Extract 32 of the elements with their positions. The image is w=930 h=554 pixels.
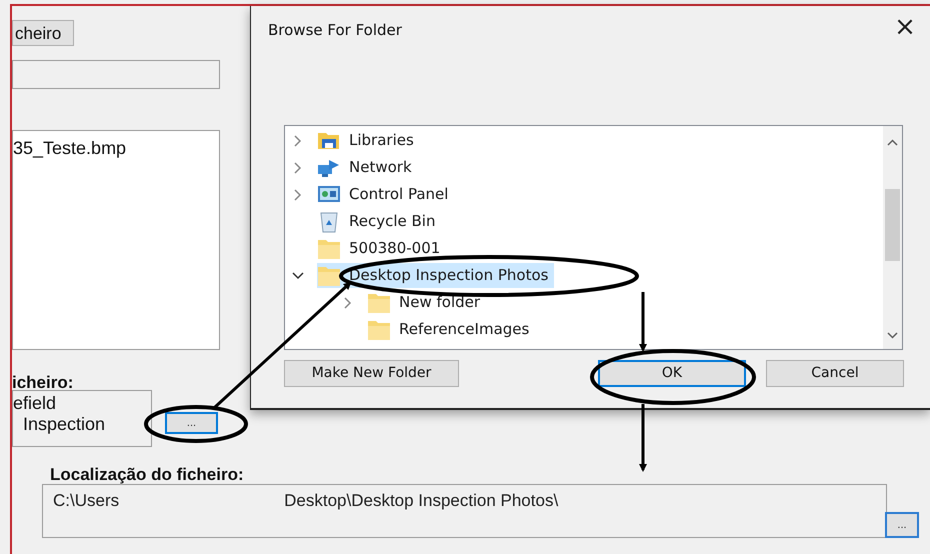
scroll-down-icon[interactable]: [887, 332, 898, 339]
file-list-item[interactable]: 35_Teste.bmp: [13, 137, 219, 159]
tree-item[interactable]: Recycle Bin: [317, 209, 442, 234]
tree-item[interactable]: New folder: [367, 290, 486, 315]
close-button[interactable]: ×: [892, 12, 918, 42]
scroll-up-icon[interactable]: [887, 139, 898, 146]
dialog-title: Browse For Folder: [268, 20, 402, 41]
field-label: Localização do ficheiro:: [50, 464, 244, 486]
dialog-button[interactable]: Cancel: [766, 360, 904, 387]
file-list[interactable]: 35_Teste.bmp: [12, 130, 220, 350]
tree-item[interactable]: Desktop Inspection Photos: [317, 263, 554, 288]
browse-button[interactable]: ...: [165, 412, 218, 434]
dialog-button[interactable]: OK: [598, 360, 746, 387]
tree-item[interactable]: Libraries: [317, 128, 420, 153]
browse-button[interactable]: ...: [885, 512, 919, 538]
annotation-arrow: [639, 404, 647, 472]
text-field[interactable]: [12, 60, 220, 89]
tree-item[interactable]: Control Panel: [317, 182, 454, 207]
tree-item[interactable]: Network: [317, 155, 418, 180]
path-field-line: efield: [13, 393, 58, 414]
annotation-arrow: [639, 292, 647, 352]
tree-item[interactable]: ReferenceImages: [367, 317, 536, 342]
path-text: Desktop\Desktop Inspection Photos\: [284, 490, 558, 512]
scrollbar[interactable]: [883, 126, 902, 349]
path-field[interactable]: efield Inspection: [12, 390, 152, 447]
dialog-button[interactable]: Make New Folder: [284, 360, 459, 387]
path-field[interactable]: C:\Users Desktop\Desktop Inspection Photos\: [42, 484, 887, 538]
path-field-line: Inspection: [22, 414, 106, 435]
tab-button[interactable]: cheiro: [12, 20, 74, 46]
scrollbar-thumb[interactable]: [885, 189, 900, 261]
path-text: C:\Users: [53, 490, 120, 512]
tree-item[interactable]: 500380-001: [317, 236, 446, 261]
